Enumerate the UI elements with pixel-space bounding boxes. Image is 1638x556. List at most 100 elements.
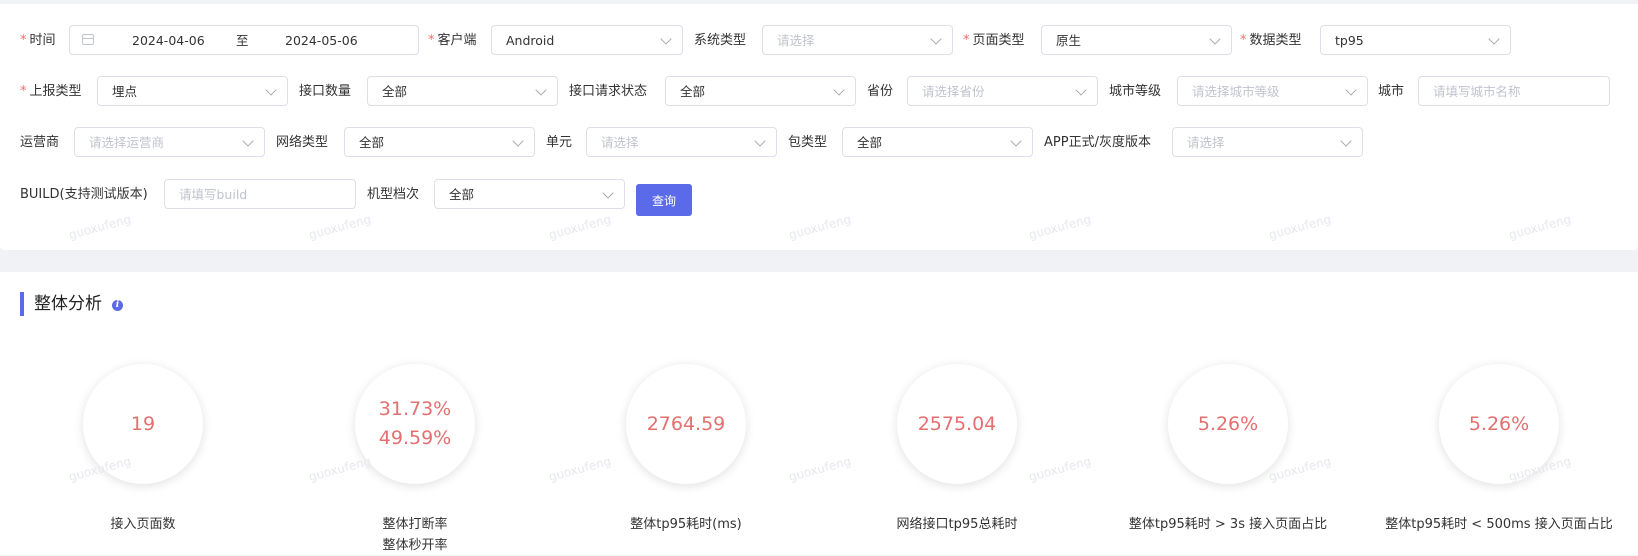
metric-circle: 31.73% 49.59%: [355, 364, 475, 484]
city-level-placeholder: 请选择城市等级: [1192, 84, 1280, 99]
package-type-label: 包类型: [788, 135, 828, 150]
watermark: guoxufeng: [307, 211, 373, 243]
chevron-down-icon: [1075, 84, 1087, 96]
page-type-select[interactable]: 原生: [1041, 25, 1232, 55]
province-placeholder: 请选择省份: [922, 84, 985, 99]
metric-value: 5.26%: [1197, 412, 1259, 435]
network-type-select[interactable]: 全部: [344, 127, 535, 157]
metric-caption: 整体tp95耗时 < 500ms 接入页面占比: [1385, 517, 1613, 532]
chevron-down-icon: [602, 187, 614, 199]
metric-card: 5.26% 整体tp95耗时 > 3s 接入页面占比: [1093, 364, 1363, 554]
report-type-select[interactable]: 埋点: [97, 76, 288, 106]
date-separator: 至: [236, 33, 249, 48]
city-level-select[interactable]: 请选择城市等级: [1177, 76, 1368, 106]
client-value: Android: [506, 33, 555, 48]
network-type-value: 全部: [359, 135, 385, 150]
build-placeholder: 请填写build: [179, 187, 248, 202]
province-label: 省份: [867, 84, 894, 99]
package-type-value: 全部: [857, 135, 883, 150]
network-type-label: 网络类型: [276, 135, 329, 150]
device-tier-select[interactable]: 全部: [434, 179, 625, 209]
unit-placeholder: 请选择: [601, 135, 639, 150]
metric-card: 2575.04 网络接口tp95总耗时: [822, 364, 1092, 554]
report-type-value: 埋点: [112, 84, 138, 99]
section-accent-bar: [20, 292, 24, 316]
page-type-label: * 页面类型: [963, 33, 1025, 48]
metric-value: 31.73%: [378, 398, 452, 420]
api-status-label: 接口请求状态: [569, 84, 648, 99]
chevron-down-icon: [1010, 135, 1022, 147]
app-version-placeholder: 请选择: [1187, 135, 1225, 150]
carrier-select[interactable]: 请选择运营商: [74, 127, 265, 157]
watermark: guoxufeng: [1267, 211, 1333, 243]
chevron-down-icon: [1345, 84, 1357, 96]
watermark: guoxufeng: [1027, 211, 1093, 243]
metric-value: 19: [130, 412, 156, 435]
metric-value: 5.26%: [1468, 412, 1530, 435]
end-date[interactable]: 2024-05-06: [285, 33, 358, 49]
metric-value: 2764.59: [646, 412, 726, 435]
data-type-value: tp95: [1335, 33, 1364, 48]
system-type-select[interactable]: 请选择: [762, 25, 953, 55]
carrier-placeholder: 请选择运营商: [89, 135, 165, 150]
unit-select[interactable]: 请选择: [586, 127, 777, 157]
app-version-label: APP正式/灰度版本: [1044, 135, 1151, 150]
chevron-down-icon: [512, 135, 524, 147]
report-type-label: * 上报类型: [20, 84, 82, 99]
app-version-select[interactable]: 请选择: [1172, 127, 1363, 157]
data-type-select[interactable]: tp95: [1320, 25, 1511, 55]
chevron-down-icon: [754, 135, 766, 147]
time-label: * 时间: [20, 33, 56, 48]
api-count-select[interactable]: 全部: [367, 76, 558, 106]
data-type-label: * 数据类型: [1240, 33, 1302, 48]
chevron-down-icon: [242, 135, 254, 147]
device-tier-value: 全部: [449, 187, 475, 202]
build-input[interactable]: 请填写build: [164, 179, 356, 209]
api-status-value: 全部: [680, 84, 706, 99]
start-date[interactable]: 2024-04-06: [132, 33, 205, 49]
metric-caption: 整体打断率 整体秒开率: [382, 517, 448, 553]
metric-card: 2764.59 整体tp95耗时(ms): [551, 364, 821, 554]
package-type-select[interactable]: 全部: [842, 127, 1033, 157]
watermark: guoxufeng: [547, 211, 613, 243]
api-status-select[interactable]: 全部: [665, 76, 856, 106]
watermark: guoxufeng: [67, 211, 133, 243]
metric-card: 19 接入页面数: [8, 364, 278, 554]
metric-card: 5.26% 整体tp95耗时 < 500ms 接入页面占比: [1364, 364, 1634, 554]
carrier-label: 运营商: [20, 135, 60, 150]
chevron-down-icon: [660, 33, 672, 45]
metric-circle: 5.26%: [1439, 364, 1559, 484]
info-icon[interactable]: i: [112, 300, 123, 311]
metric-caption: 整体tp95耗时(ms): [630, 517, 742, 532]
metric-value: 2575.04: [917, 412, 997, 435]
province-select[interactable]: 请选择省份: [907, 76, 1098, 106]
chevron-down-icon: [1209, 33, 1221, 45]
build-label: BUILD(支持测试版本): [20, 187, 148, 202]
metric-circle: 5.26%: [1168, 364, 1288, 484]
date-range-picker[interactable]: 2024-04-06 至 2024-05-06: [69, 25, 419, 55]
metric-card: 31.73% 49.59% 整体打断率 整体秒开率: [280, 364, 550, 554]
chevron-down-icon: [1488, 33, 1500, 45]
filter-panel: * 时间 2024-04-06 至 2024-05-06 * 客户端 Android…: [0, 4, 1638, 250]
device-tier-label: 机型档次: [367, 187, 420, 202]
metric-circle: 2575.04: [897, 364, 1017, 484]
chevron-down-icon: [1340, 135, 1352, 147]
metric-circle: 19: [83, 364, 203, 484]
watermark: guoxufeng: [787, 211, 853, 243]
chevron-down-icon: [535, 84, 547, 96]
city-placeholder: 请填写城市名称: [1433, 84, 1521, 99]
api-count-label: 接口数量: [299, 84, 352, 99]
city-level-label: 城市等级: [1109, 84, 1162, 99]
city-input[interactable]: 请填写城市名称: [1418, 76, 1610, 106]
client-label: * 客户端: [428, 33, 477, 48]
api-count-value: 全部: [382, 84, 408, 99]
metric-caption: 整体tp95耗时 > 3s 接入页面占比: [1128, 517, 1328, 532]
chevron-down-icon: [930, 33, 942, 45]
watermark: guoxufeng: [1507, 211, 1573, 243]
chevron-down-icon: [265, 84, 277, 96]
unit-label: 单元: [546, 135, 573, 150]
client-select[interactable]: Android: [491, 25, 683, 55]
query-button[interactable]: 查询: [636, 184, 692, 216]
section-title: 整体分析: [34, 294, 102, 314]
metric-caption: 网络接口tp95总耗时: [896, 517, 1018, 532]
